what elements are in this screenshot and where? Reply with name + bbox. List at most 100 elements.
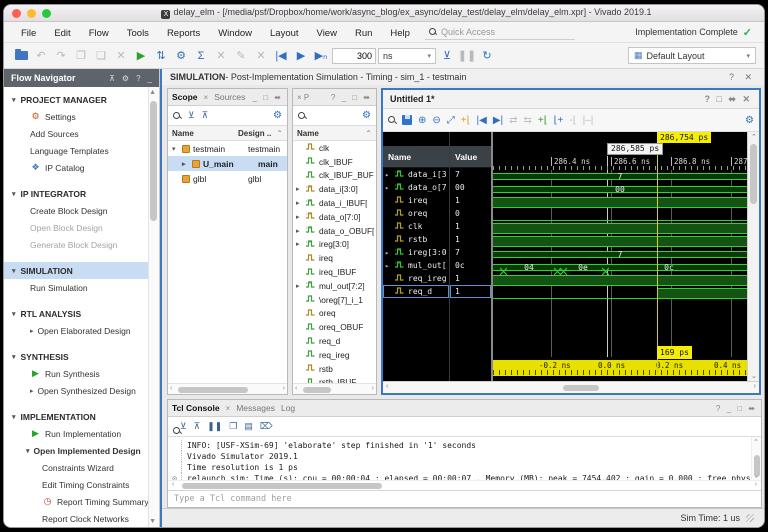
copy-icon[interactable]: ❐ (229, 421, 237, 432)
zoom-window-icon[interactable] (42, 8, 51, 18)
chevron-right-icon[interactable]: ▸ (182, 160, 189, 168)
chevron-right-icon[interactable]: ▸ (296, 282, 303, 290)
open-folder-icon[interactable] (12, 47, 30, 65)
scroll-down-icon[interactable]: ▼ (149, 518, 156, 525)
next-transition-icon[interactable]: ▶| (493, 115, 503, 126)
add-marker-icon[interactable]: +⌊ (461, 115, 471, 126)
wave-row-rstb[interactable] (493, 235, 747, 248)
scrollbar-thumb[interactable] (150, 101, 157, 221)
wave-name-rstb[interactable]: rstb (383, 233, 449, 246)
panel-window-buttons[interactable]: ? _ □ ⬌ (331, 93, 372, 102)
sidebar-section-synthesis[interactable]: ▾ SYNTHESIS (4, 348, 159, 365)
tab-tcl-console[interactable]: Tcl Console (172, 403, 220, 413)
wave-row-data_o70[interactable]: 00 (493, 183, 747, 196)
save-icon[interactable] (402, 115, 412, 125)
tab-sources[interactable]: Sources (214, 92, 245, 102)
close-icon[interactable]: × (226, 404, 231, 413)
chevron-right-icon[interactable]: ▸ (296, 185, 303, 193)
go-start-icon[interactable]: +⌊ (538, 115, 548, 126)
run-button-icon[interactable]: ▶ (132, 47, 150, 65)
menu-run[interactable]: Run (346, 26, 381, 41)
menu-window[interactable]: Window (209, 26, 261, 41)
object-signal-data_i30[interactable]: ▸ data_i[3:0] (293, 182, 376, 196)
sidebar-header-icon[interactable]: ⚙ (122, 74, 129, 83)
panel-window-buttons[interactable]: _ □ ⬌ (253, 93, 283, 102)
sidebar-item-open-elaborated-design[interactable]: ▸ Open Elaborated Design (4, 322, 159, 339)
chevron-down-icon[interactable]: ▾ (172, 145, 179, 153)
sidebar-item-run-synthesis[interactable]: ▶ Run Synthesis (4, 365, 159, 382)
wave-value-data_i30[interactable]: 7 (450, 168, 491, 181)
menu-layout[interactable]: Layout (261, 26, 308, 41)
wave-row-req_d[interactable] (493, 287, 747, 300)
sidebar-header-icon[interactable]: ? (136, 74, 140, 83)
scroll-down-icon[interactable]: ⌄ (751, 372, 757, 380)
object-signal-oreq_OBUF[interactable]: oreq_OBUF (293, 320, 376, 334)
sidebar-item-ip-catalog[interactable]: ❖ IP Catalog (4, 159, 159, 176)
scope-column-header[interactable]: Name Design .. ⌃ (168, 126, 287, 141)
wave-value-oreq[interactable]: 0 (450, 207, 491, 220)
sidebar-item-edit-timing-constraints[interactable]: Edit Timing Constraints (4, 476, 159, 493)
collapse-all-icon[interactable]: ⊼ (194, 421, 201, 432)
tab-log[interactable]: Log (281, 403, 295, 413)
sidebar-item-language-templates[interactable]: Language Templates (4, 142, 159, 159)
wave-name-ireq[interactable]: ireq (383, 194, 449, 207)
sidebar-section-simulation[interactable]: ▾ SIMULATION (4, 262, 159, 279)
sidebar-item-add-sources[interactable]: Add Sources (4, 125, 159, 142)
objects-hscrollbar[interactable]: ‹ › (293, 383, 376, 394)
object-signal-rstb[interactable]: rstb (293, 362, 376, 376)
wave-row-ireq[interactable] (493, 196, 747, 209)
sidebar-section-implementation[interactable]: ▾ IMPLEMENTATION (4, 408, 159, 425)
menu-edit[interactable]: Edit (45, 26, 79, 41)
gear-icon[interactable]: ⚙ (273, 110, 282, 121)
sidebar-item-report-clock-networks[interactable]: Report Clock Networks (4, 510, 159, 527)
wave-row-oreq[interactable] (493, 209, 747, 222)
time-unit-select[interactable]: ns ▾ (378, 47, 436, 64)
scope-row-glbl[interactable]: glbl glbl (168, 171, 287, 186)
panel-window-buttons[interactable]: ? _ □ ⬌ (716, 404, 757, 413)
queue-icon[interactable]: ▤ (244, 421, 253, 432)
menu-file[interactable]: File (12, 26, 45, 41)
chevron-right-icon[interactable]: ▸ (296, 213, 303, 221)
sidebar-item-constraints-wizard[interactable]: Constraints Wizard (4, 459, 159, 476)
chevron-right-icon[interactable]: ▸ (385, 249, 392, 257)
object-signal-clk_IBUF[interactable]: clk_IBUF (293, 155, 376, 169)
expand-all-icon[interactable]: ⊻ (180, 421, 187, 432)
elaborate-icon[interactable]: ⇅ (152, 47, 170, 65)
main-cursor[interactable] (657, 143, 658, 373)
object-signal-oreq[interactable]: oreq (293, 307, 376, 321)
wave-value-ireg30[interactable]: 7 (450, 246, 491, 259)
minimize-window-icon[interactable] (27, 8, 36, 18)
scope-row-U_main[interactable]: ▸ U_main main (168, 156, 287, 171)
object-signal-ireq[interactable]: ireq (293, 251, 376, 265)
sidebar-item-run-implementation[interactable]: ▶ Run Implementation (4, 425, 159, 442)
sidebar-item-run-simulation[interactable]: Run Simulation (4, 279, 159, 296)
wave-value-ireq[interactable]: 1 (450, 194, 491, 207)
prev-transition-icon[interactable]: |◀ (477, 115, 487, 126)
run-time-input[interactable] (332, 47, 376, 64)
pause-output-icon[interactable]: ❚❚ (207, 421, 222, 432)
object-signal-oreg7_i_1[interactable]: \oreg[7]_i_1 (293, 293, 376, 307)
object-signal-data_o70[interactable]: ▸ data_o[7:0] (293, 210, 376, 224)
wave-value-data_o70[interactable]: 00 (450, 181, 491, 194)
menu-flow[interactable]: Flow (80, 26, 118, 41)
sidebar-header-icon[interactable]: _ (148, 74, 152, 83)
menu-help[interactable]: Help (381, 26, 419, 41)
menu-view[interactable]: View (308, 26, 346, 41)
wave-name-req_ireg[interactable]: req_ireg (383, 272, 449, 285)
wave-row-req_ireg[interactable] (493, 274, 747, 287)
wave-name-mul_out72[interactable]: ▸ mul_out[7:2] (383, 259, 449, 272)
step-icon[interactable]: ⊻ (438, 47, 456, 65)
wave-value-clk[interactable]: 1 (450, 220, 491, 233)
tcl-hscrollbar[interactable]: ‹ › (168, 480, 761, 490)
layout-select[interactable]: ▦ Default Layout ▾ (628, 47, 756, 64)
scroll-up-icon[interactable]: ⌃ (751, 133, 757, 141)
view-header-buttons[interactable]: ? ✕ (729, 72, 756, 83)
search-icon[interactable] (388, 116, 396, 124)
object-signal-ireg30[interactable]: ▸ ireg[3:0] (293, 238, 376, 252)
tab-messages[interactable]: Messages (236, 403, 275, 413)
quick-access-search[interactable]: Quick Access (424, 25, 575, 40)
sidebar-section-project-manager[interactable]: ▾ PROJECT MANAGER (4, 91, 159, 108)
search-icon[interactable] (173, 111, 181, 120)
chevron-right-icon[interactable]: ▸ (296, 240, 303, 248)
close-window-icon[interactable] (12, 8, 21, 18)
